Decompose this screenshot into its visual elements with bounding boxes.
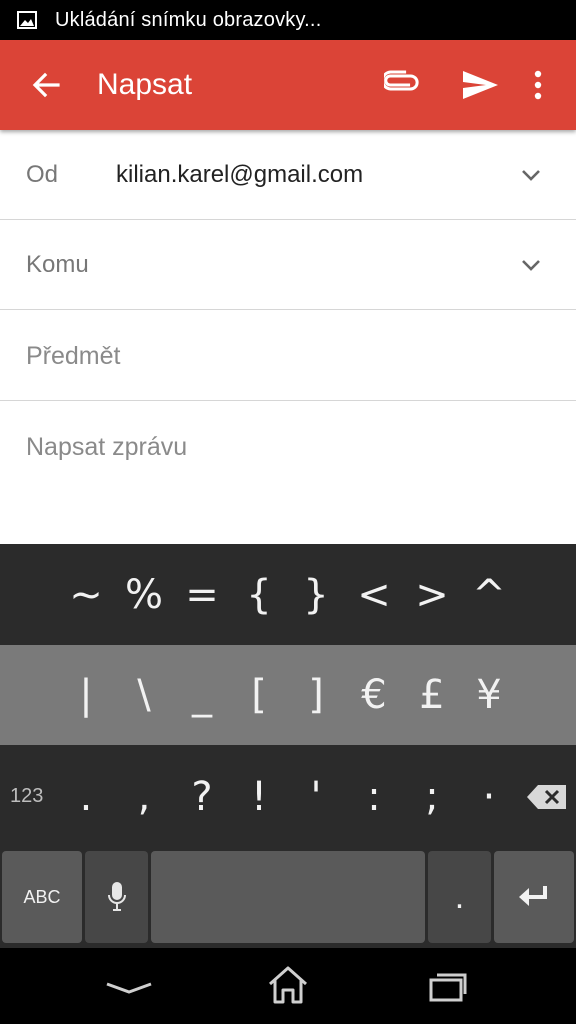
key[interactable]: , (116, 774, 172, 820)
key[interactable]: _ (174, 672, 230, 718)
key[interactable]: ' (288, 774, 344, 820)
key[interactable]: ; (404, 774, 460, 820)
status-bar: Ukládání snímku obrazovky... (0, 0, 576, 40)
key[interactable]: : (346, 774, 402, 820)
key[interactable]: ~ (58, 572, 114, 618)
navigation-bar (0, 948, 576, 1024)
key[interactable]: · (461, 774, 517, 820)
subject-placeholder: Předmět (26, 342, 121, 370)
from-label: Od (26, 161, 59, 188)
home-icon[interactable] (266, 964, 310, 1008)
message-body-field[interactable]: Napsat zprávu (0, 402, 576, 542)
key[interactable]: % (116, 572, 172, 618)
key[interactable]: ? (174, 774, 230, 820)
period-key[interactable]: . (428, 851, 491, 943)
key[interactable]: } (288, 572, 344, 618)
back-arrow-icon[interactable] (28, 67, 64, 103)
page-title: Napsat (97, 68, 193, 101)
key[interactable]: [ (231, 672, 287, 718)
backspace-icon[interactable] (526, 783, 568, 811)
key[interactable]: € (346, 672, 402, 718)
body-placeholder: Napsat zprávu (26, 433, 188, 461)
from-field[interactable]: Od kilian.karel@gmail.com (0, 130, 576, 220)
abc-key[interactable]: ABC (2, 851, 82, 943)
key[interactable]: ^ (461, 572, 517, 618)
from-value[interactable]: kilian.karel@gmail.com (116, 130, 363, 220)
chevron-down-icon[interactable] (518, 253, 544, 277)
recents-icon[interactable] (428, 964, 468, 1008)
more-vert-icon[interactable] (528, 67, 548, 103)
key[interactable]: ! (231, 774, 287, 820)
key[interactable]: < (346, 572, 402, 618)
key[interactable]: = (174, 572, 230, 618)
keyboard-row-1: ~ % = { } < > ^ (0, 544, 576, 645)
key[interactable]: ¥ (461, 672, 517, 718)
key[interactable]: { (231, 572, 287, 618)
app-bar: Napsat (0, 40, 576, 130)
to-field[interactable]: Komu (0, 220, 576, 310)
numbers-mode-key[interactable]: 123 (10, 785, 43, 808)
enter-icon (519, 886, 547, 906)
keyboard-row-4: ABC . (0, 849, 576, 948)
symbol-keyboard: ~ % = { } < > ^ | \ _ [ ] € £ ¥ 123 . , … (0, 544, 576, 948)
key[interactable]: . (58, 774, 114, 820)
mic-key[interactable] (85, 851, 148, 943)
chevron-down-icon[interactable] (518, 163, 544, 187)
key[interactable]: £ (404, 672, 460, 718)
period-key-label: . (454, 877, 465, 916)
key[interactable]: | (58, 672, 114, 718)
enter-key[interactable] (494, 851, 574, 943)
abc-key-label: ABC (23, 886, 61, 907)
mic-icon (107, 882, 126, 911)
key[interactable]: > (404, 572, 460, 618)
status-text: Ukládání snímku obrazovky... (55, 8, 322, 31)
space-key[interactable] (151, 851, 425, 943)
subject-field[interactable]: Předmět (0, 311, 576, 401)
key[interactable]: \ (116, 672, 172, 718)
key[interactable]: ] (288, 672, 344, 718)
hide-keyboard-icon[interactable] (104, 964, 154, 1008)
compose-form: Od kilian.karel@gmail.com Komu Předmět N… (0, 130, 576, 544)
keyboard-row-2: | \ _ [ ] € £ ¥ (0, 645, 576, 745)
send-icon[interactable] (460, 67, 500, 103)
to-label: Komu (26, 251, 89, 278)
image-icon (17, 11, 37, 29)
keyboard-row-3: 123 . , ? ! ' : ; · (0, 745, 576, 849)
paperclip-icon[interactable] (384, 67, 422, 103)
